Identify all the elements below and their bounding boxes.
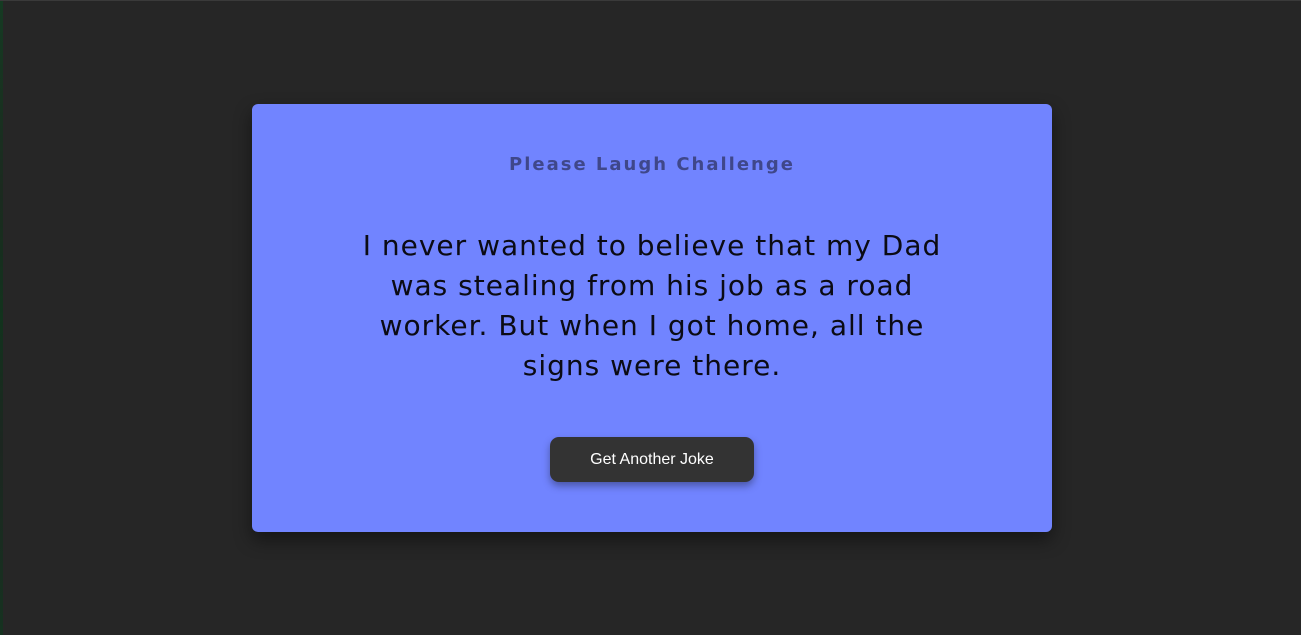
joke-card: Please Laugh Challenge I never wanted to… xyxy=(252,104,1052,532)
left-edge-strip xyxy=(0,1,3,635)
joke-text: I never wanted to believe that my Dad wa… xyxy=(362,229,942,382)
get-another-joke-button[interactable]: Get Another Joke xyxy=(550,437,754,482)
challenge-title: Please Laugh Challenge xyxy=(509,154,795,175)
